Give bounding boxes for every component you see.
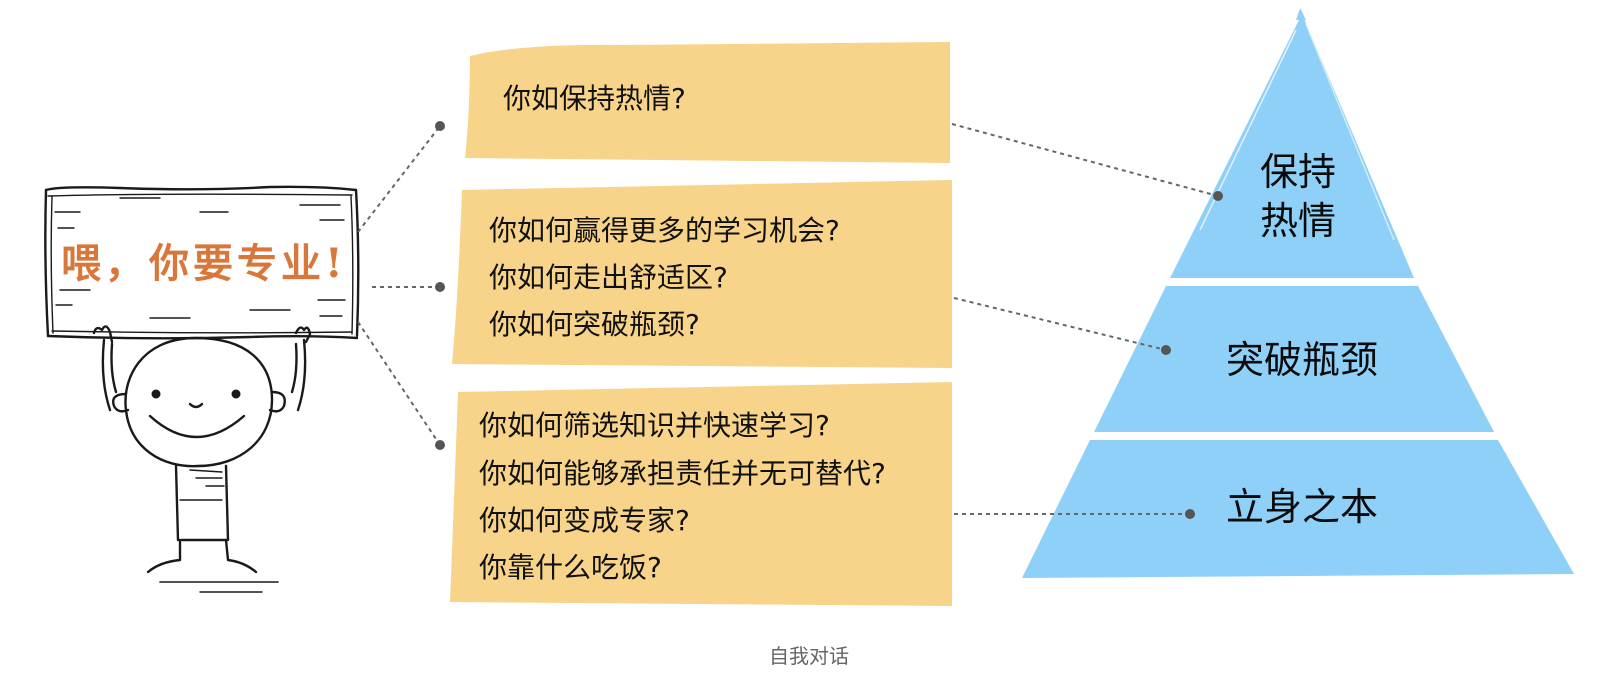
pyramid-bottom-label: 立身之本	[1226, 485, 1378, 529]
question-box-3: 你如何筛选知识并快速学习? 你如何能够承担责任并无可替代? 你如何变成专家? 你…	[450, 382, 952, 606]
pyramid-top-label-line1: 保持	[1260, 150, 1336, 194]
pyramid: 保持 热情 突破瓶颈 立身之本	[1022, 8, 1574, 578]
pyramid-top-label-line2: 热情	[1260, 199, 1336, 243]
question-box-2: 你如何赢得更多的学习机会? 你如何走出舒适区? 你如何突破瓶颈?	[452, 180, 952, 368]
question-box-1: 你如保持热情?	[465, 42, 950, 163]
question-line: 你如何筛选知识并快速学习?	[479, 409, 830, 442]
sign-text: 喂，你要专业!	[61, 240, 347, 287]
dialogue-diagram: 喂，你要专业! 你如保持热情? 你如何赢得更多的学习机会? 你如何走出舒适区? …	[44, 8, 1574, 606]
question-line: 你如何能够承担责任并无可替代?	[479, 457, 886, 490]
question-line: 你如保持热情?	[503, 82, 686, 115]
sign-board: 喂，你要专业!	[44, 185, 360, 340]
question-line: 你如何突破瓶颈?	[489, 308, 700, 341]
sign-connectors	[357, 121, 445, 450]
question-line: 你如何走出舒适区?	[489, 261, 728, 294]
question-line: 你靠什么吃饭?	[479, 551, 662, 584]
question-line: 你如何变成专家?	[479, 504, 690, 537]
pyramid-middle-label: 突破瓶颈	[1226, 338, 1378, 382]
figure-caption: 自我对话	[769, 644, 849, 668]
question-line: 你如何赢得更多的学习机会?	[489, 214, 840, 247]
figure-head	[112, 336, 286, 468]
cartoon-figure: 喂，你要专业!	[44, 185, 360, 593]
